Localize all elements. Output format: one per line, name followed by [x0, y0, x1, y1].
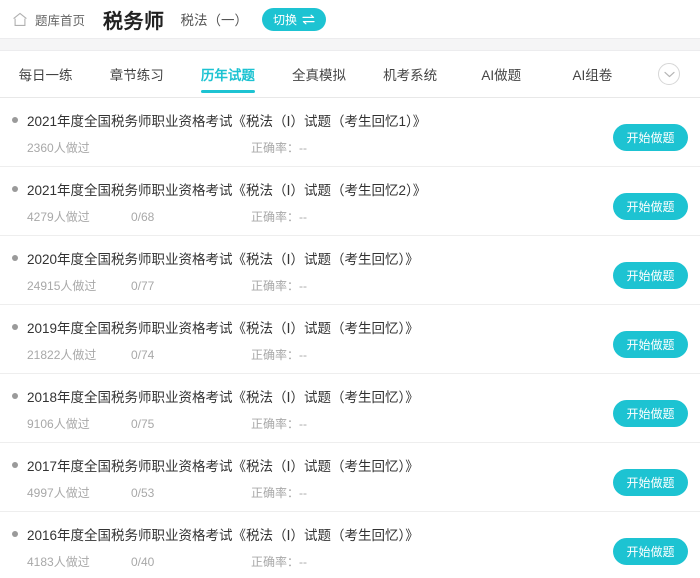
bullet-icon: [12, 324, 18, 330]
users-count-label: 2360人做过: [27, 141, 90, 155]
progress-label: 0/74: [131, 347, 155, 362]
tab-computer-exam-system[interactable]: 机考系统: [365, 51, 456, 97]
header-divider-band: [0, 38, 700, 51]
past-exam-list: 2021年度全国税务师职业资格考试《税法（Ⅰ）试题（考生回忆1）》 2360人做…: [0, 98, 700, 578]
tab-label: 历年试题: [200, 68, 255, 83]
accuracy-label: 正确率：--: [251, 555, 307, 569]
tab-label: 机考系统: [383, 68, 438, 83]
users-count-label: 9106人做过: [27, 417, 90, 431]
bullet-icon: [12, 117, 18, 123]
table-row[interactable]: 2017年度全国税务师职业资格考试《税法（Ⅰ）试题（考生回忆）》 4997人做过…: [0, 443, 700, 512]
tab-label: AI组卷: [572, 68, 613, 83]
row-content: 2018年度全国税务师职业资格考试《税法（Ⅰ）试题（考生回忆）》 9106人做过…: [12, 384, 613, 432]
row-title-line: 2016年度全国税务师职业资格考试《税法（Ⅰ）试题（考生回忆）》: [12, 524, 613, 544]
bullet-icon: [12, 255, 18, 261]
progress-label: 0/77: [131, 278, 155, 293]
row-title-line: 2017年度全国税务师职业资格考试《税法（Ⅰ）试题（考生回忆）》: [12, 455, 613, 475]
swap-horizontal-icon: [302, 14, 315, 24]
start-practice-button[interactable]: 开始做题: [613, 399, 688, 427]
chevron-down-icon: [658, 63, 680, 85]
accuracy-label: 正确率：--: [251, 279, 307, 293]
row-content: 2020年度全国税务师职业资格考试《税法（Ⅰ）试题（考生回忆）》 24915人做…: [12, 246, 613, 294]
tab-ai-practice[interactable]: AI做题: [456, 51, 547, 97]
tab-label: 章节练习: [109, 68, 164, 83]
users-count-label: 21822人做过: [27, 348, 97, 362]
row-content: 2021年度全国税务师职业资格考试《税法（Ⅰ）试题（考生回忆2）》 4279人做…: [12, 177, 613, 225]
exam-title-label: 2019年度全国税务师职业资格考试《税法（Ⅰ）试题（考生回忆）》: [27, 321, 419, 336]
tab-chapter-practice[interactable]: 章节练习: [91, 51, 182, 97]
accuracy-label: 正确率：--: [251, 486, 307, 500]
bullet-icon: [12, 186, 18, 192]
exam-title-label: 2017年度全国税务师职业资格考试《税法（Ⅰ）试题（考生回忆）》: [27, 459, 419, 474]
tab-label: 每日一练: [18, 68, 73, 83]
progress-label: 0/40: [131, 554, 155, 569]
page-header: 题库首页 税务师 税法（一） 切换: [0, 0, 700, 38]
row-meta: 4183人做过 0/40 正确率：--: [12, 553, 613, 570]
row-meta: 4997人做过 0/53 正确率：--: [12, 484, 613, 501]
switch-subject-button[interactable]: 切换: [262, 7, 327, 31]
page-title: 税务师: [103, 10, 165, 33]
tab-label: 全真模拟: [291, 68, 346, 83]
row-content: 2021年度全国税务师职业资格考试《税法（Ⅰ）试题（考生回忆1）》 2360人做…: [12, 108, 613, 156]
tab-full-simulation[interactable]: 全真模拟: [273, 51, 364, 97]
accuracy-label: 正确率：--: [251, 210, 307, 224]
table-row[interactable]: 2021年度全国税务师职业资格考试《税法（Ⅰ）试题（考生回忆1）》 2360人做…: [0, 98, 700, 167]
exam-title-label: 2021年度全国税务师职业资格考试《税法（Ⅰ）试题（考生回忆2）》: [27, 183, 427, 198]
subject-name-label: 税法（一）: [180, 13, 249, 28]
exam-title-label: 2018年度全国税务师职业资格考试《税法（Ⅰ）试题（考生回忆）》: [27, 390, 419, 405]
tab-ai-paper-builder[interactable]: AI组卷: [547, 51, 638, 97]
bullet-icon: [12, 531, 18, 537]
table-row[interactable]: 2020年度全国税务师职业资格考试《税法（Ⅰ）试题（考生回忆）》 24915人做…: [0, 236, 700, 305]
row-content: 2016年度全国税务师职业资格考试《税法（Ⅰ）试题（考生回忆）》 4183人做过…: [12, 522, 613, 570]
start-practice-button[interactable]: 开始做题: [613, 192, 688, 220]
exam-title-label: 2021年度全国税务师职业资格考试《税法（Ⅰ）试题（考生回忆1）》: [27, 114, 427, 129]
progress-label: 0/68: [131, 209, 155, 224]
users-count-label: 4183人做过: [27, 555, 90, 569]
row-meta: 9106人做过 0/75 正确率：--: [12, 415, 613, 432]
table-row[interactable]: 2021年度全国税务师职业资格考试《税法（Ⅰ）试题（考生回忆2）》 4279人做…: [0, 167, 700, 236]
row-meta: 21822人做过 0/74 正确率：--: [12, 346, 613, 363]
table-row[interactable]: 2018年度全国税务师职业资格考试《税法（Ⅰ）试题（考生回忆）》 9106人做过…: [0, 374, 700, 443]
row-title-line: 2020年度全国税务师职业资格考试《税法（Ⅰ）试题（考生回忆）》: [12, 248, 613, 268]
row-content: 2017年度全国税务师职业资格考试《税法（Ⅰ）试题（考生回忆）》 4997人做过…: [12, 453, 613, 501]
start-practice-button[interactable]: 开始做题: [613, 468, 688, 496]
accuracy-label: 正确率：--: [251, 417, 307, 431]
tab-bar: 每日一练 章节练习 历年试题 全真模拟 机考系统 AI做题 AI组卷: [0, 51, 700, 98]
row-content: 2019年度全国税务师职业资格考试《税法（Ⅰ）试题（考生回忆）》 21822人做…: [12, 315, 613, 363]
users-count-label: 4997人做过: [27, 486, 90, 500]
tab-label: AI做题: [481, 68, 522, 83]
row-title-line: 2019年度全国税务师职业资格考试《税法（Ⅰ）试题（考生回忆）》: [12, 317, 613, 337]
bullet-icon: [12, 393, 18, 399]
accuracy-label: 正确率：--: [251, 348, 307, 362]
users-count-label: 24915人做过: [27, 279, 97, 293]
row-title-line: 2021年度全国税务师职业资格考试《税法（Ⅰ）试题（考生回忆2）》: [12, 179, 613, 199]
progress-label: 0/75: [131, 416, 155, 431]
bullet-icon: [12, 462, 18, 468]
start-practice-button[interactable]: 开始做题: [613, 537, 688, 565]
users-count-label: 4279人做过: [27, 210, 90, 224]
breadcrumb-home-label[interactable]: 题库首页: [35, 10, 85, 29]
expand-tabs-button[interactable]: [638, 63, 700, 85]
exam-title-label: 2020年度全国税务师职业资格考试《税法（Ⅰ）试题（考生回忆）》: [27, 252, 419, 267]
tab-past-exams[interactable]: 历年试题: [182, 51, 273, 97]
table-row[interactable]: 2019年度全国税务师职业资格考试《税法（Ⅰ）试题（考生回忆）》 21822人做…: [0, 305, 700, 374]
switch-button-label: 切换: [273, 12, 298, 27]
accuracy-label: 正确率：--: [251, 141, 307, 155]
table-row[interactable]: 2016年度全国税务师职业资格考试《税法（Ⅰ）试题（考生回忆）》 4183人做过…: [0, 512, 700, 578]
row-meta: 2360人做过 正确率：--: [12, 139, 613, 156]
start-practice-button[interactable]: 开始做题: [613, 261, 688, 289]
row-title-line: 2018年度全国税务师职业资格考试《税法（Ⅰ）试题（考生回忆）》: [12, 386, 613, 406]
start-practice-button[interactable]: 开始做题: [613, 330, 688, 358]
home-icon[interactable]: [12, 12, 28, 27]
tab-daily-practice[interactable]: 每日一练: [0, 51, 91, 97]
start-practice-button[interactable]: 开始做题: [613, 123, 688, 151]
tab-list: 每日一练 章节练习 历年试题 全真模拟 机考系统 AI做题 AI组卷: [0, 51, 638, 97]
exam-title-label: 2016年度全国税务师职业资格考试《税法（Ⅰ）试题（考生回忆）》: [27, 528, 419, 543]
row-meta: 4279人做过 0/68 正确率：--: [12, 208, 613, 225]
row-meta: 24915人做过 0/77 正确率：--: [12, 277, 613, 294]
row-title-line: 2021年度全国税务师职业资格考试《税法（Ⅰ）试题（考生回忆1）》: [12, 110, 613, 130]
progress-label: 0/53: [131, 485, 155, 500]
